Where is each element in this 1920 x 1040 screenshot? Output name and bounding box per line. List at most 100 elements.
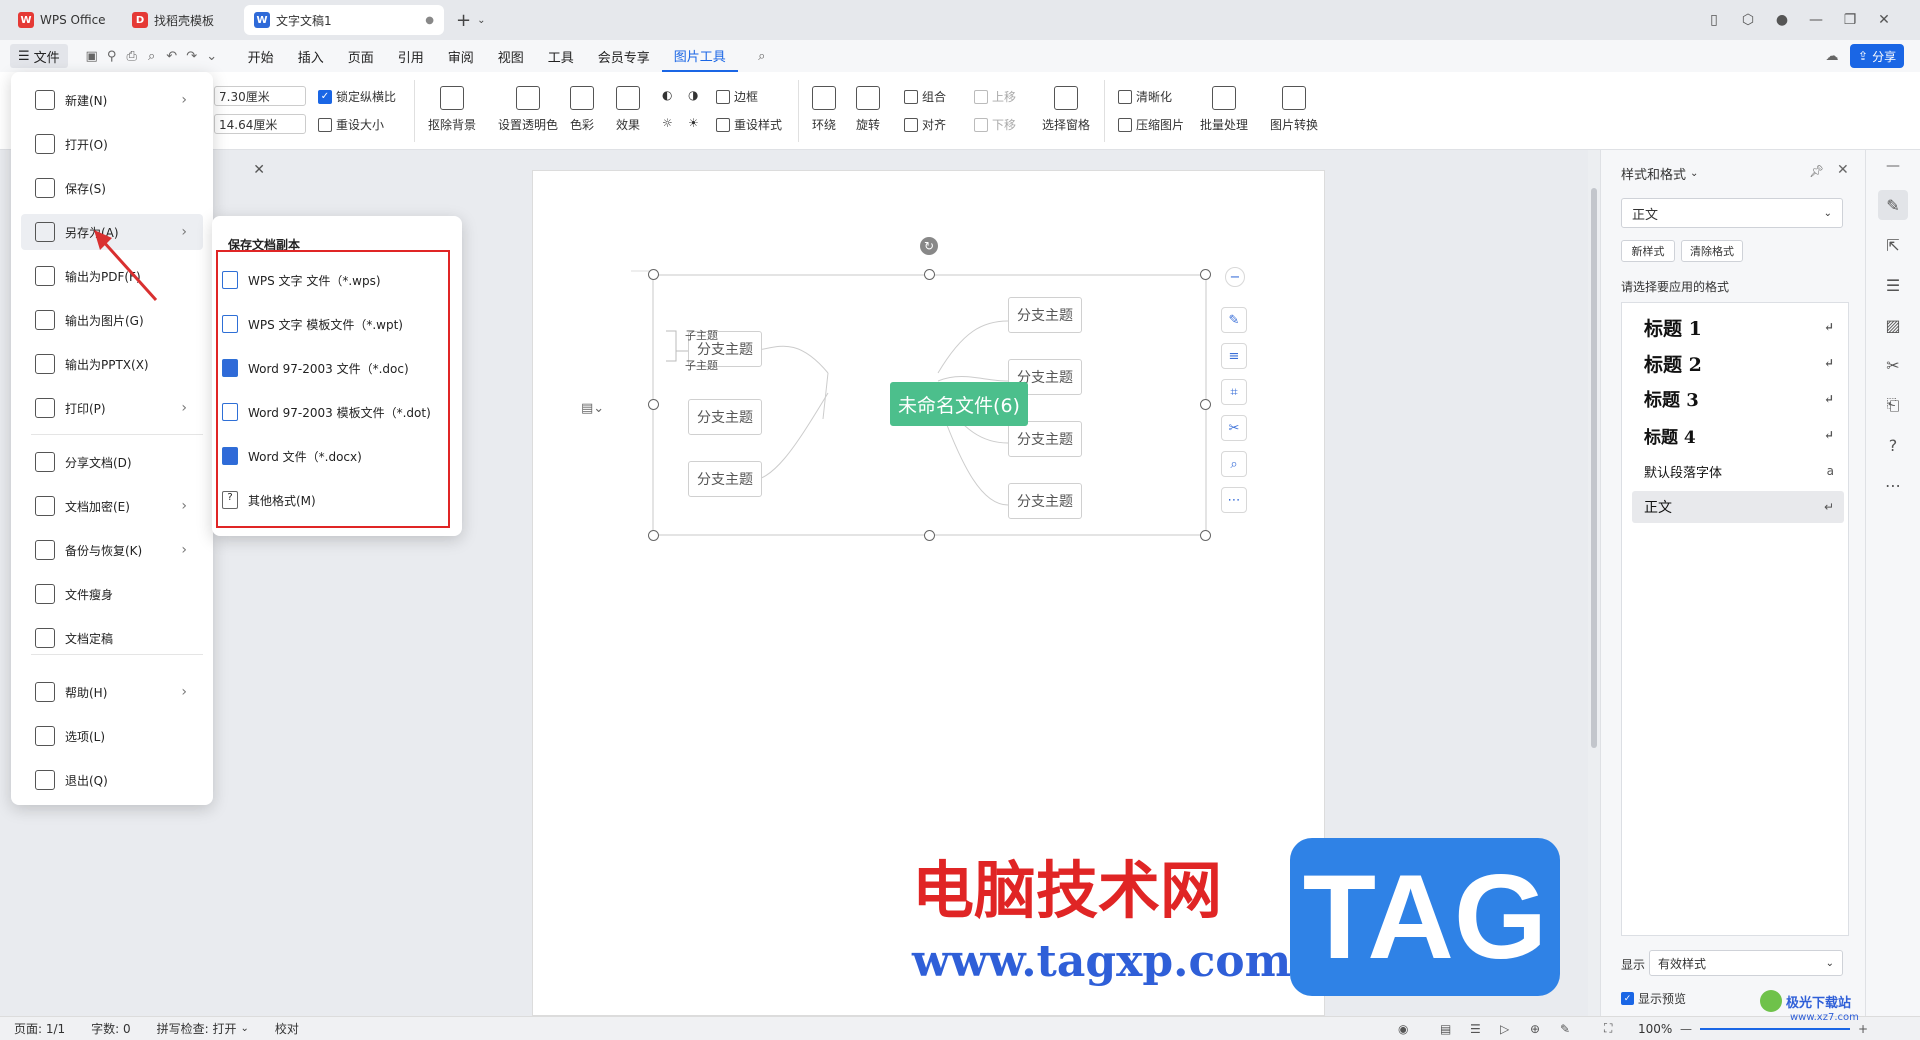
- undo-icon[interactable]: ↶: [162, 46, 182, 66]
- file-menu-item[interactable]: 打印(P) ›: [21, 390, 203, 426]
- tab-wps-office[interactable]: W WPS Office: [8, 5, 118, 35]
- more-chevron-icon[interactable]: ⌄: [202, 46, 222, 66]
- print-quick-icon[interactable]: ⎙: [122, 46, 142, 66]
- width-input[interactable]: 7.30厘米: [214, 86, 306, 106]
- menu-reference[interactable]: 引用: [386, 40, 436, 72]
- link-icon[interactable]: ⚲: [102, 46, 122, 66]
- image-edit-icon[interactable]: ▨: [1878, 310, 1908, 340]
- resize-handle-se[interactable]: [1200, 530, 1211, 541]
- menu-review[interactable]: 审阅: [436, 40, 486, 72]
- new-tab-button[interactable]: + ⌄: [456, 6, 485, 34]
- current-style-select[interactable]: 正文 ⌄: [1621, 198, 1843, 228]
- adjust-icon[interactable]: ☰: [1878, 270, 1908, 300]
- book-icon[interactable]: ⎗: [1878, 390, 1908, 420]
- file-menu-item[interactable]: 输出为PPTX(X): [21, 346, 203, 382]
- styles-panel-title[interactable]: 样式和格式 ⌄: [1621, 164, 1698, 183]
- fit-page-icon[interactable]: ⛶: [1604, 1021, 1612, 1036]
- menu-insert[interactable]: 插入: [286, 40, 336, 72]
- contrast-icon[interactable]: ◑: [688, 88, 698, 102]
- color-button[interactable]: 色彩: [570, 86, 594, 133]
- brightness-icon[interactable]: ◐: [662, 88, 672, 102]
- batch-process-button[interactable]: 批量处理: [1200, 86, 1248, 133]
- move-down-button[interactable]: 下移: [974, 116, 1016, 133]
- file-menu-button[interactable]: ☰ 文件: [10, 44, 68, 68]
- style-heading-3[interactable]: 标题 3 ↵: [1632, 383, 1844, 415]
- pen-icon[interactable]: ✎: [1560, 1022, 1570, 1036]
- compress-button[interactable]: 压缩图片: [1118, 116, 1184, 133]
- unsaved-dot-icon[interactable]: ●: [425, 15, 434, 26]
- style-heading-4[interactable]: 标题 4 ↵: [1632, 419, 1844, 451]
- effects-button[interactable]: 效果: [616, 86, 640, 133]
- page-count[interactable]: 页面: 1/1: [14, 1020, 65, 1037]
- selection-pane-button[interactable]: 选择窗格: [1042, 86, 1090, 133]
- lock-ratio-checkbox[interactable]: ✓ 锁定纵横比: [318, 88, 396, 105]
- menu-start[interactable]: 开始: [236, 40, 286, 72]
- redo-icon[interactable]: ↷: [182, 46, 202, 66]
- file-menu-item[interactable]: 选项(L): [21, 718, 203, 754]
- brightness-up-icon[interactable]: ☀: [688, 116, 699, 130]
- show-preview-checkbox[interactable]: ✓ 显示预览: [1621, 990, 1686, 1007]
- help-circle-icon[interactable]: ?: [1878, 430, 1908, 460]
- border-button[interactable]: 边框: [716, 88, 758, 105]
- collapse-icon[interactable]: −: [1225, 267, 1245, 287]
- clear-format-button[interactable]: 清除格式: [1681, 240, 1743, 262]
- brightness-down-icon[interactable]: ☼: [662, 116, 673, 130]
- minimize-icon[interactable]: —: [1802, 6, 1830, 34]
- file-menu-item[interactable]: 退出(Q): [21, 762, 203, 798]
- style-default-paragraph-font[interactable]: 默认段落字体 a: [1632, 455, 1844, 487]
- resize-handle-e[interactable]: [1200, 399, 1211, 410]
- resize-handle-ne[interactable]: [1200, 269, 1211, 280]
- file-menu-item[interactable]: 文档加密(E) ›: [21, 488, 203, 524]
- align-button[interactable]: 对齐: [904, 116, 946, 133]
- reset-size-button[interactable]: 重设大小: [318, 116, 384, 133]
- tab-docer-templates[interactable]: D 找稻壳模板: [122, 5, 234, 35]
- spellcheck-toggle[interactable]: 拼写检查: 打开: [157, 1020, 237, 1037]
- show-filter-select[interactable]: 有效样式 ⌄: [1649, 950, 1843, 976]
- avatar[interactable]: ●: [1768, 6, 1796, 34]
- tools-float-icon[interactable]: ✂: [1221, 415, 1247, 441]
- file-menu-item[interactable]: 备份与恢复(K) ›: [21, 532, 203, 568]
- group-button[interactable]: 组合: [904, 88, 946, 105]
- share-button[interactable]: ⇪ 分享: [1850, 44, 1905, 68]
- file-menu-item[interactable]: 分享文档(D): [21, 444, 203, 480]
- more-float-icon[interactable]: ⋯: [1221, 487, 1247, 513]
- menu-page[interactable]: 页面: [336, 40, 386, 72]
- close-panel-icon[interactable]: ✕: [1837, 162, 1849, 178]
- wrap-float-icon[interactable]: ≡: [1221, 343, 1247, 369]
- outline-view-icon[interactable]: ☰: [1470, 1022, 1481, 1036]
- file-menu-item[interactable]: 保存(S): [21, 170, 203, 206]
- select-cursor-icon[interactable]: ⇱: [1878, 230, 1908, 260]
- menu-view[interactable]: 视图: [486, 40, 536, 72]
- resize-handle-n[interactable]: [924, 269, 935, 280]
- reset-style-button[interactable]: 重设样式: [716, 116, 782, 133]
- close-icon[interactable]: ✕: [215, 162, 265, 190]
- crop-icon[interactable]: ⌗: [1221, 379, 1247, 405]
- move-up-button[interactable]: 上移: [974, 88, 1016, 105]
- tools-icon[interactable]: ✂: [1878, 350, 1908, 380]
- rotate-button[interactable]: 旋转: [856, 86, 880, 133]
- restore-icon[interactable]: ❐: [1836, 6, 1864, 34]
- file-menu-item[interactable]: 新建(N) ›: [21, 82, 203, 118]
- cube-icon[interactable]: ⬡: [1734, 6, 1762, 34]
- resize-handle-w[interactable]: [648, 399, 659, 410]
- close-icon[interactable]: ✕: [1870, 6, 1898, 34]
- eye-icon[interactable]: ◉: [1398, 1022, 1408, 1036]
- resize-handle-sw[interactable]: [648, 530, 659, 541]
- wrap-button[interactable]: 环绕: [812, 86, 836, 133]
- search-icon[interactable]: ⌕: [752, 46, 772, 66]
- convert-image-button[interactable]: 图片转换: [1270, 86, 1318, 133]
- scrollbar-thumb[interactable]: [1591, 188, 1597, 748]
- page-view-icon[interactable]: ▤: [1440, 1022, 1451, 1036]
- remove-background-button[interactable]: 抠除背景: [428, 86, 476, 133]
- style-heading-1[interactable]: 标题 1 ↵: [1632, 311, 1844, 343]
- layout-icon[interactable]: ▯: [1700, 6, 1728, 34]
- zoom-out-icon[interactable]: —: [1680, 1022, 1692, 1036]
- play-icon[interactable]: ▷: [1500, 1022, 1509, 1036]
- set-transparent-button[interactable]: 设置透明色: [498, 86, 558, 133]
- file-menu-item[interactable]: 文档定稿: [21, 620, 203, 656]
- zoom-level[interactable]: 100%: [1638, 1022, 1672, 1036]
- menu-picture-tools[interactable]: 图片工具: [661, 40, 738, 72]
- more-icon[interactable]: ⋯: [1878, 470, 1908, 500]
- collapse-strip-icon[interactable]: —: [1866, 150, 1920, 190]
- word-count[interactable]: 字数: 0: [91, 1020, 131, 1037]
